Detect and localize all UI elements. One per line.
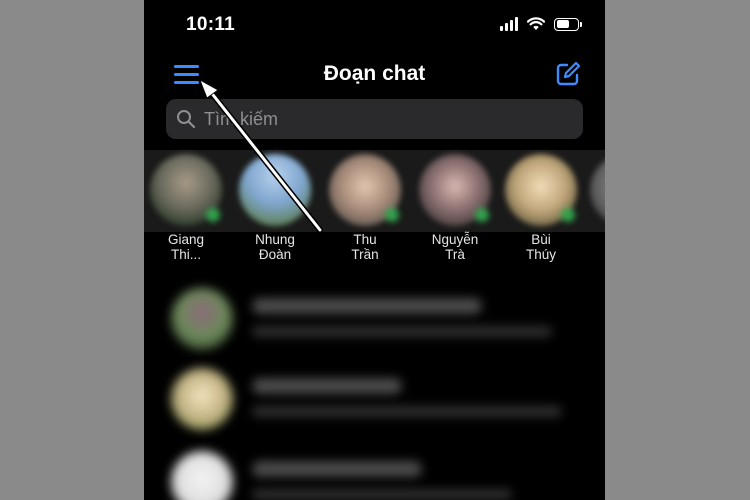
page-title: Đoạn chat [323,62,426,85]
story-name: Nhung Đoàn [255,232,295,262]
story-item[interactable]: Giang Thi... [144,150,231,262]
story-name: Thu Trần [351,232,379,262]
wifi-icon [527,17,545,30]
online-indicator [385,208,399,222]
story-name: Giang Thi... [167,232,205,262]
avatar [419,154,491,226]
search-input[interactable] [202,107,566,131]
avatar [171,368,233,430]
chat-preview-placeholder [252,326,552,337]
phone-screen: 10:11 Đoạn chat Tìm kiếm Giang Thi... Nh… [144,0,605,500]
story-item[interactable]: Thu Trần [320,150,410,262]
active-contacts-row: Giang Thi... Nhung Đoàn Thu Trần Nguyễn Trà [144,150,605,265]
signal-icon [500,17,518,31]
online-indicator [206,208,220,222]
compose-icon [556,61,581,86]
avatar [150,154,222,226]
story-item-partial[interactable] [582,150,605,226]
avatar [239,154,311,226]
search-bar[interactable] [166,99,583,139]
story-name: Bùi Thúy [525,232,556,262]
chat-name-placeholder [252,461,422,477]
chat-list-item[interactable] [166,362,586,440]
story-item[interactable]: Bùi Thúy [496,150,586,262]
chat-preview-placeholder [252,406,562,417]
chat-list-item[interactable] [166,445,586,500]
online-indicator [475,208,489,222]
chat-name-placeholder [252,298,482,314]
story-name: Nguyễn Trà [431,232,479,262]
story-item[interactable]: Nhung Đoàn [230,150,320,262]
status-icons [500,14,582,34]
avatar [590,154,605,226]
chat-name-placeholder [252,378,402,394]
status-time: 10:11 [186,14,236,35]
search-icon [177,110,196,129]
avatar [505,154,577,226]
chat-list-item[interactable] [166,282,586,360]
story-item[interactable]: Nguyễn Trà [410,150,500,262]
online-indicator [561,208,575,222]
chat-preview-placeholder [252,489,512,500]
avatar [171,288,233,350]
battery-icon [554,17,582,31]
avatar [171,451,233,500]
avatar [329,154,401,226]
compose-button[interactable] [553,59,583,89]
